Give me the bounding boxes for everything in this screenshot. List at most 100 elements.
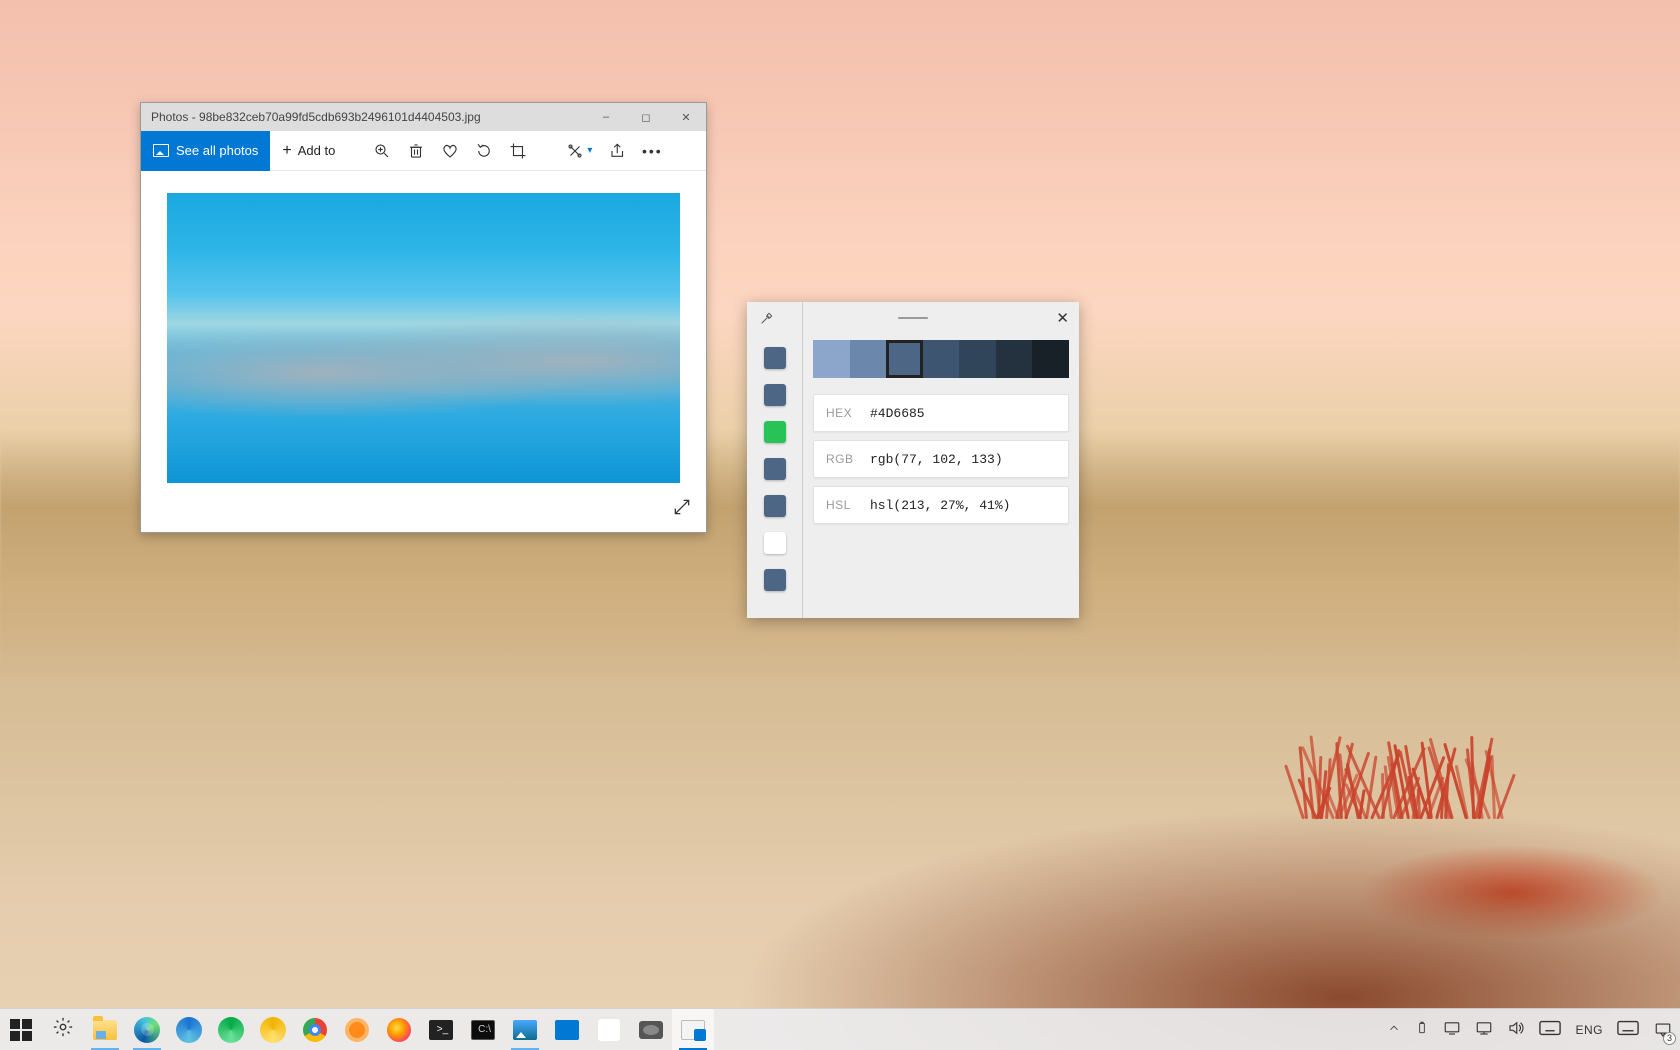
edge-dev-icon xyxy=(218,1017,244,1043)
color-value-row[interactable]: RGBrgb(77, 102, 133) xyxy=(813,440,1069,478)
value-label: HSL xyxy=(826,498,870,512)
shade-cell[interactable] xyxy=(886,340,923,378)
windows-logo-icon xyxy=(10,1019,32,1041)
shade-cell[interactable] xyxy=(850,340,887,378)
gallery-icon xyxy=(153,144,169,157)
powertoys-taskbar[interactable] xyxy=(588,1009,630,1050)
value-label: HEX xyxy=(826,406,870,420)
shade-cell[interactable] xyxy=(923,340,960,378)
tray-soft-keyboard[interactable] xyxy=(1610,1009,1646,1050)
snip-icon xyxy=(681,1020,705,1040)
desktop-taskbar[interactable] xyxy=(546,1009,588,1050)
photos-app-icon xyxy=(513,1020,537,1040)
value-text: hsl(213, 27%, 41%) xyxy=(870,498,1010,513)
crop-button[interactable] xyxy=(501,131,535,171)
history-swatch[interactable] xyxy=(764,347,786,369)
action-center-button[interactable]: 3 xyxy=(1646,1009,1680,1050)
chevron-up-icon xyxy=(1387,1021,1401,1038)
share-button[interactable] xyxy=(601,131,635,171)
see-all-label: See all photos xyxy=(176,143,258,158)
chrome-icon xyxy=(303,1018,327,1042)
photos-titlebar[interactable]: Photos - 98be832ceb70a99fd5cdb693b249610… xyxy=(141,103,706,131)
picker-main: HEX#4D6685 RGBrgb(77, 102, 133) HSLhsl(213… xyxy=(802,302,1079,618)
soft-keyboard-icon xyxy=(1617,1020,1639,1039)
edit-button[interactable]: ▾ xyxy=(557,131,601,171)
drag-grip-icon[interactable] xyxy=(898,317,928,320)
photos-window-title: Photos - 98be832ceb70a99fd5cdb693b249610… xyxy=(141,110,586,124)
history-swatch[interactable] xyxy=(764,384,786,406)
color-value-row[interactable]: HSLhsl(213, 27%, 41%) xyxy=(813,486,1069,524)
taskbar: >_ C:\ ENG 3 xyxy=(0,1008,1680,1050)
picker-titlebar[interactable]: ✕ xyxy=(747,302,1079,332)
monitor-icon xyxy=(1443,1019,1461,1040)
photo-image xyxy=(167,193,680,483)
rotate-button[interactable] xyxy=(467,131,501,171)
shade-row xyxy=(813,340,1069,378)
network-icon xyxy=(1475,1019,1493,1040)
history-swatch[interactable] xyxy=(764,421,786,443)
color-value-row[interactable]: HEX#4D6685 xyxy=(813,394,1069,432)
shade-cell[interactable] xyxy=(1032,340,1069,378)
cmd-icon: C:\ xyxy=(471,1020,495,1040)
shade-cell[interactable] xyxy=(959,340,996,378)
chrome-canary-taskbar[interactable] xyxy=(336,1009,378,1050)
terminal-taskbar[interactable]: >_ xyxy=(420,1009,462,1050)
picker-close-button[interactable]: ✕ xyxy=(1056,309,1069,327)
maximize-button[interactable]: ◻ xyxy=(626,103,666,131)
chevron-down-icon: ▾ xyxy=(587,145,592,156)
color-history xyxy=(747,302,802,618)
edge-icon xyxy=(134,1017,160,1043)
see-all-photos-button[interactable]: See all photos xyxy=(141,131,270,171)
photos-window: Photos - 98be832ceb70a99fd5cdb693b249610… xyxy=(140,102,707,533)
edge-beta-taskbar[interactable] xyxy=(168,1009,210,1050)
zoom-button[interactable] xyxy=(365,131,399,171)
settings-taskbar[interactable] xyxy=(42,1009,84,1050)
desktop-icon xyxy=(555,1020,579,1040)
file-explorer-taskbar[interactable] xyxy=(84,1009,126,1050)
history-swatch[interactable] xyxy=(764,458,786,480)
more-button[interactable]: ••• xyxy=(635,131,669,171)
favorite-button[interactable] xyxy=(433,131,467,171)
add-to-label: Add to xyxy=(298,143,336,158)
shade-cell[interactable] xyxy=(813,340,850,378)
photo-viewport[interactable] xyxy=(141,171,706,532)
tray-volume[interactable] xyxy=(1500,1009,1532,1050)
value-label: RGB xyxy=(826,452,870,466)
color-picker-window: ✕ HEX#4D6685 RGBrgb(77, 102, 133) HSLhsl(2… xyxy=(747,302,1079,618)
tray-battery[interactable] xyxy=(1408,1009,1436,1050)
notification-badge: 3 xyxy=(1663,1032,1676,1045)
cmd-taskbar[interactable]: C:\ xyxy=(462,1009,504,1050)
tray-language[interactable]: ENG xyxy=(1568,1009,1610,1050)
edge-taskbar[interactable] xyxy=(126,1009,168,1050)
photos-toolbar: See all photos + Add to ▾ ••• xyxy=(141,131,706,171)
shade-cell[interactable] xyxy=(996,340,1033,378)
value-text: rgb(77, 102, 133) xyxy=(870,452,1003,467)
add-to-button[interactable]: + Add to xyxy=(270,142,347,160)
tray-overflow-button[interactable] xyxy=(1380,1009,1408,1050)
firefox-taskbar[interactable] xyxy=(378,1009,420,1050)
edge-dev-taskbar[interactable] xyxy=(210,1009,252,1050)
history-swatch[interactable] xyxy=(764,532,786,554)
powertoys-icon xyxy=(598,1019,620,1041)
edge-canary-taskbar[interactable] xyxy=(252,1009,294,1050)
fullscreen-button[interactable] xyxy=(672,497,692,522)
minimize-button[interactable]: – xyxy=(586,103,626,131)
history-swatch[interactable] xyxy=(764,495,786,517)
folder-icon xyxy=(93,1020,117,1040)
close-button[interactable]: ✕ xyxy=(666,103,706,131)
eyedropper-icon[interactable] xyxy=(759,310,775,331)
chrome-canary-icon xyxy=(345,1018,369,1042)
chrome-taskbar[interactable] xyxy=(294,1009,336,1050)
camera-taskbar[interactable] xyxy=(630,1009,672,1050)
edge-canary-icon xyxy=(260,1017,286,1043)
tray-network[interactable] xyxy=(1468,1009,1500,1050)
snip-taskbar[interactable] xyxy=(672,1009,714,1050)
tray-monitor[interactable] xyxy=(1436,1009,1468,1050)
start-button[interactable] xyxy=(0,1009,42,1050)
tray-keyboard[interactable] xyxy=(1532,1009,1568,1050)
photos-app-taskbar[interactable] xyxy=(504,1009,546,1050)
gear-icon xyxy=(52,1016,74,1043)
plus-icon: + xyxy=(282,142,291,160)
delete-button[interactable] xyxy=(399,131,433,171)
history-swatch[interactable] xyxy=(764,569,786,591)
